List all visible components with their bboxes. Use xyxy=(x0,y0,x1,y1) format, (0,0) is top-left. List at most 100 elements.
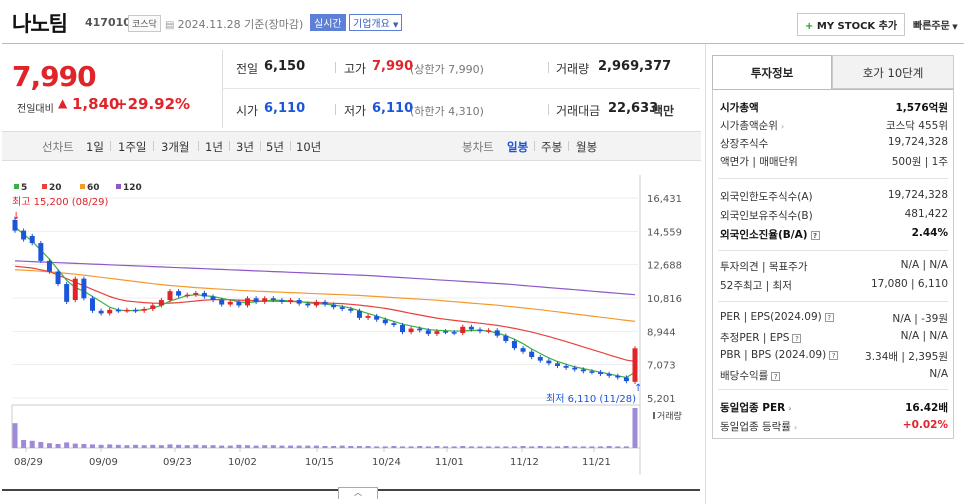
legend-label-20: 20 xyxy=(49,183,62,193)
volume-bar xyxy=(81,444,87,448)
candle-daily[interactable]: 일봉 xyxy=(507,139,528,155)
volume-bar xyxy=(331,446,337,448)
volume-bar xyxy=(572,446,578,448)
candle-weekly[interactable]: 주봉 xyxy=(541,139,562,155)
info-label-text: 외국인소진율(B/A) xyxy=(720,229,808,241)
volume-bar xyxy=(503,446,509,448)
candle-body xyxy=(253,298,259,302)
collapse-toggle[interactable]: ︿ xyxy=(338,487,378,499)
legend-swatch xyxy=(80,184,85,189)
row-divider xyxy=(718,301,948,302)
panel-divider xyxy=(705,44,706,504)
volume-bar xyxy=(12,423,18,448)
amount-unit: 백만 xyxy=(652,104,675,118)
help-icon[interactable]: ? xyxy=(824,312,834,322)
volume-bar xyxy=(124,445,130,448)
info-label: 동일업종 PER › xyxy=(720,400,792,415)
candle-body xyxy=(511,341,517,349)
period-1w[interactable]: 1주일 xyxy=(118,139,146,155)
company-info-button[interactable]: 기업개요 ▼ xyxy=(349,14,403,31)
price-chart[interactable]: 5 20 60 120 16,431 14,559 12,688 10,816 8,944 7,… xyxy=(2,175,702,475)
candle-body xyxy=(623,377,629,382)
help-icon[interactable]: ? xyxy=(771,371,781,381)
candle-body xyxy=(219,300,225,305)
help-icon[interactable]: ? xyxy=(792,333,802,343)
candle-body xyxy=(520,348,526,352)
candle-chart-label: 봉차트 xyxy=(462,140,494,154)
low-value: 6,110 xyxy=(372,101,414,116)
volume-bar xyxy=(141,445,147,448)
header-divider xyxy=(2,43,964,44)
separator xyxy=(335,62,336,73)
candle-body xyxy=(425,330,431,334)
volume-bar xyxy=(546,446,552,448)
candle-body xyxy=(589,371,595,373)
info-label: 52주최고 | 최저 xyxy=(720,278,792,293)
change-percent: +29.92% xyxy=(115,95,191,113)
volume-bar xyxy=(417,446,423,448)
volume-bar xyxy=(90,444,95,448)
candle-body xyxy=(374,316,380,320)
base-date-text: 2024.11.28 기준(장마감) xyxy=(177,18,304,31)
open-label: 시가 xyxy=(236,104,259,118)
candle-body xyxy=(348,308,354,311)
info-value: 17,080 | 6,110 xyxy=(870,278,948,290)
volume-bar xyxy=(443,446,449,448)
info-label-text: PER | EPS(2024.09) xyxy=(720,311,822,323)
period-3m[interactable]: 3개월 xyxy=(161,139,189,155)
legend-label-60: 60 xyxy=(87,183,100,193)
candle-body xyxy=(279,300,285,302)
x-tick-label: 10/02 xyxy=(228,457,257,468)
volume-bar xyxy=(348,446,354,448)
volume-bar xyxy=(115,444,121,448)
period-1y[interactable]: 1년 xyxy=(205,139,223,155)
separator xyxy=(548,62,549,73)
tab-investment-info[interactable]: 투자정보 xyxy=(712,55,832,89)
amount-label: 거래대금 xyxy=(556,104,601,118)
plus-icon: + xyxy=(805,21,817,32)
low-label: 저가 xyxy=(344,104,367,118)
candle-body xyxy=(245,298,250,306)
x-tick-label: 11/12 xyxy=(510,457,539,468)
info-value: +0.02% xyxy=(902,419,948,431)
period-5y[interactable]: 5년 xyxy=(266,139,284,155)
candle-body xyxy=(400,324,405,333)
price-divider xyxy=(222,50,223,128)
volume-bar xyxy=(305,445,311,448)
volume-bar xyxy=(468,446,474,448)
candle-body xyxy=(184,294,190,297)
x-tick-label: 10/24 xyxy=(372,457,401,468)
candle-body xyxy=(141,308,147,311)
candle-body xyxy=(365,316,371,318)
candle-body xyxy=(477,329,483,332)
candle-body xyxy=(563,365,569,368)
period-3y[interactable]: 3년 xyxy=(236,139,254,155)
y-tick-label: 5,201 xyxy=(647,394,676,405)
candle-monthly[interactable]: 월봉 xyxy=(576,139,597,155)
change-label: 전일대비 xyxy=(17,104,54,115)
legend-swatch xyxy=(14,184,19,189)
candle-body xyxy=(55,271,61,285)
help-icon[interactable]: ? xyxy=(829,350,839,360)
candle-body xyxy=(90,298,95,311)
quick-order-button[interactable]: 빠른주문 ▼ xyxy=(913,17,958,32)
realtime-button[interactable]: 실시간 xyxy=(310,14,346,31)
help-icon[interactable]: ? xyxy=(810,230,820,240)
y-tick-label: 8,944 xyxy=(647,327,676,338)
info-label: 액면가 | 매매단위 xyxy=(720,154,798,169)
info-label-text: 추정PER | EPS xyxy=(720,332,790,344)
candle-body xyxy=(64,284,70,302)
chart-annotations: 최고 15,200 (08/29) ↓ ↑최저 6,110 (11/28) xyxy=(12,196,642,405)
volume-label: 거래량 xyxy=(657,410,682,422)
volume-bar xyxy=(184,445,190,448)
candle-body xyxy=(598,372,604,374)
add-mystock-button[interactable]: + MY STOCK 추가 xyxy=(797,13,906,36)
info-label: PER | EPS(2024.09)? xyxy=(720,311,834,323)
candle-body xyxy=(107,309,113,314)
period-1d[interactable]: 1일 xyxy=(86,139,104,155)
volume-bar xyxy=(555,446,560,448)
period-10y[interactable]: 10년 xyxy=(296,139,321,155)
tab-order-book[interactable]: 호가 10단계 xyxy=(832,55,954,89)
info-value: 19,724,328 xyxy=(887,136,948,148)
volume-bar xyxy=(21,440,27,448)
